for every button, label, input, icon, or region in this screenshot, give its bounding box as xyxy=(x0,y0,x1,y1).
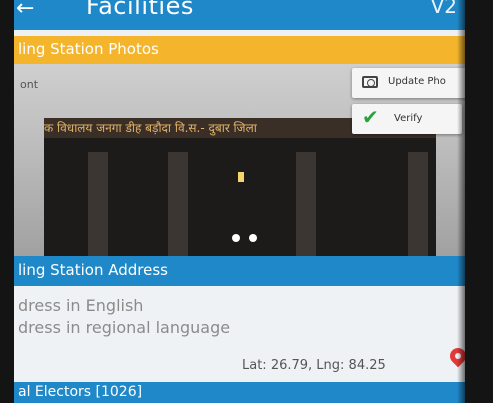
phone-bezel-right xyxy=(457,0,493,403)
section-title-photos: ling Station Photos xyxy=(18,40,159,58)
photo-pillar xyxy=(88,152,108,264)
back-arrow-icon[interactable]: ← xyxy=(16,0,34,21)
update-photo-label: Update Pho xyxy=(388,76,446,87)
verify-label: Verify xyxy=(394,113,423,124)
photo-lamp xyxy=(238,172,244,182)
section-title-electors: al Electors [1026] xyxy=(18,384,143,400)
verify-button[interactable]: ✔ Verify xyxy=(352,104,462,134)
version-label: V2 xyxy=(430,0,457,18)
app-bar: ← Facilities V2 xyxy=(14,0,465,30)
address-card: dress in English dress in regional langu… xyxy=(14,286,465,380)
photo-sign-text: क विधालय जनगा डीह बड़ौदा वि.स.- दुबार जि… xyxy=(44,121,257,135)
photo-light-dot xyxy=(232,234,240,242)
front-photo-label: ont xyxy=(20,78,39,91)
section-header-photos: ling Station Photos xyxy=(14,36,465,64)
phone-bezel-left xyxy=(0,0,14,403)
section-header-address: ling Station Address xyxy=(14,256,465,286)
lat-lng-readout: Lat: 26.79, Lng: 84.25 xyxy=(242,358,386,373)
check-icon: ✔ xyxy=(362,105,379,129)
photo-pillar xyxy=(408,152,428,264)
update-photo-button[interactable]: Update Pho xyxy=(352,68,465,98)
camera-icon xyxy=(362,76,378,88)
section-title-address: ling Station Address xyxy=(18,261,168,279)
photo-pillar xyxy=(168,152,188,264)
app-screen: ← Facilities V2 ling Station Photos ont … xyxy=(14,0,465,403)
phone-frame: ← Facilities V2 ling Station Photos ont … xyxy=(0,0,493,403)
photo-light-dot xyxy=(249,234,257,242)
photo-pillar xyxy=(296,152,316,264)
polling-station-photo[interactable]: क विधालय जनगा डीह बड़ौदा वि.स.- दुबार जि… xyxy=(44,118,436,264)
page-title: Facilities xyxy=(86,0,194,20)
photo-area: ont क विधालय जनगा डीह बड़ौदा वि.स.- दुबा… xyxy=(14,64,465,264)
address-regional-field[interactable]: dress in regional language xyxy=(18,318,230,337)
section-header-electors[interactable]: al Electors [1026] xyxy=(14,382,465,403)
address-english-field[interactable]: dress in English xyxy=(18,296,143,315)
